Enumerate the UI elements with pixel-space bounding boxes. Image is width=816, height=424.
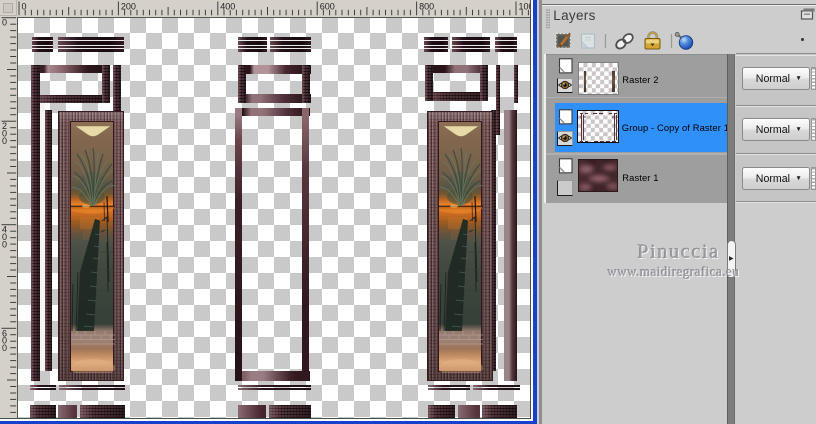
svg-text:0: 0 xyxy=(2,240,7,250)
svg-text:800: 800 xyxy=(419,2,434,12)
svg-text:0: 0 xyxy=(2,136,7,146)
svg-text:0: 0 xyxy=(22,2,27,12)
svg-text:1000: 1000 xyxy=(519,2,531,12)
svg-text:200: 200 xyxy=(121,2,136,12)
svg-text:0: 0 xyxy=(2,343,7,353)
svg-text:400: 400 xyxy=(220,2,235,12)
svg-text:0: 0 xyxy=(2,18,7,28)
svg-text:600: 600 xyxy=(320,2,335,12)
